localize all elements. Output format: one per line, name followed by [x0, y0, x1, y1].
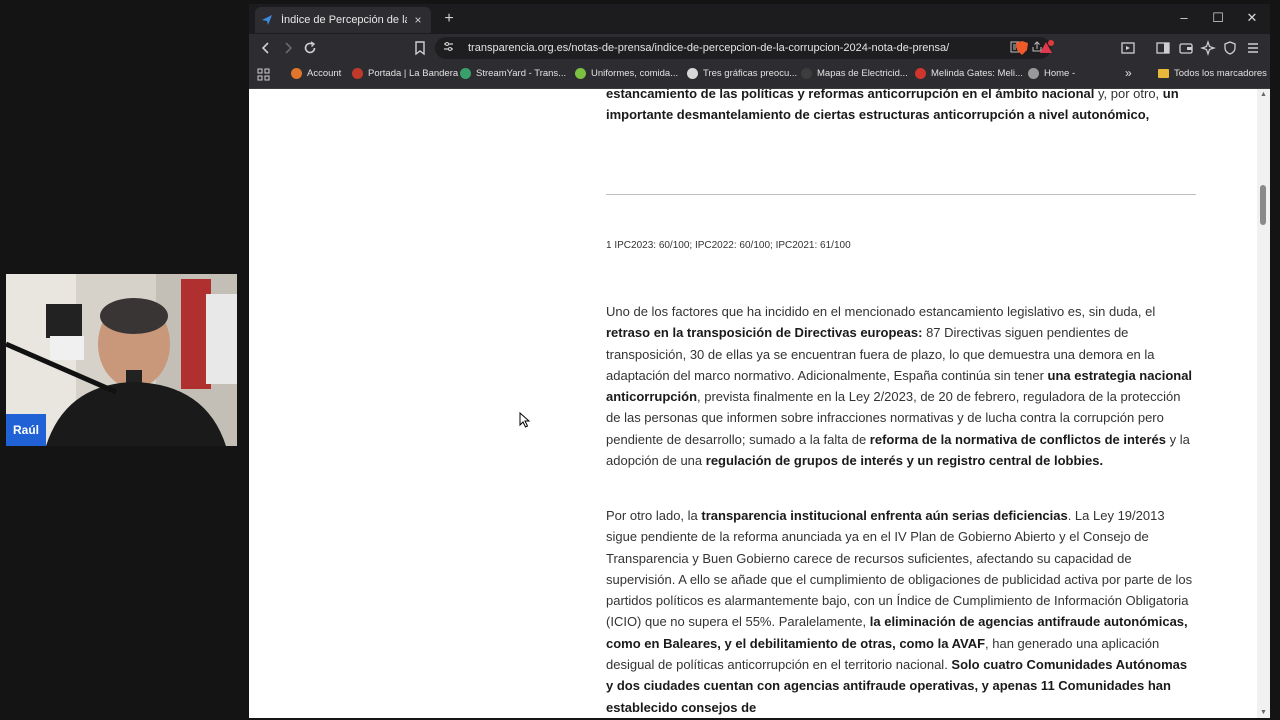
scrollbar-thumb[interactable]: [1260, 185, 1266, 225]
scroll-down-icon[interactable]: ▼: [1257, 709, 1270, 716]
navigation-toolbar: transparencia.org.es/notas-de-prensa/ind…: [249, 34, 1270, 62]
tab-active[interactable]: Índice de Percepción de la Corru ×: [255, 7, 431, 33]
article-paragraph: estancamiento de las políticas y reforma…: [606, 89, 1179, 123]
article-paragraph: Uno de los factores que ha incidido en e…: [606, 304, 1193, 469]
new-tab-button[interactable]: +: [440, 10, 458, 28]
site-settings-icon[interactable]: [443, 39, 454, 57]
webcam-name-label: Raúl: [6, 414, 46, 446]
leo-ai-icon[interactable]: [1199, 39, 1217, 57]
brave-rewards-icon[interactable]: [1037, 39, 1055, 57]
bookmark-favicon-icon: [801, 68, 812, 79]
media-icon[interactable]: [1119, 39, 1137, 57]
bookmark-item[interactable]: Account: [291, 68, 341, 79]
bookmark-favicon-icon: [460, 68, 471, 79]
forward-button[interactable]: [279, 39, 297, 57]
bookmark-favicon-icon: [915, 68, 926, 79]
menu-icon[interactable]: [1244, 39, 1262, 57]
bookmark-item[interactable]: Uniformes, comida...: [575, 68, 678, 79]
reload-button[interactable]: [301, 39, 319, 57]
tab-close-icon[interactable]: ×: [411, 13, 425, 27]
all-bookmarks-folder[interactable]: Todos los marcadores: [1158, 68, 1267, 79]
bookmark-item[interactable]: Portada | La Bandera: [352, 68, 458, 79]
article-paragraph: Por otro lado, la transparencia instituc…: [606, 508, 1193, 715]
site-favicon-icon: [261, 14, 273, 26]
footnote-divider: [606, 194, 1196, 195]
scroll-up-icon[interactable]: ▲: [1257, 91, 1270, 98]
mouse-cursor-icon: [519, 411, 531, 433]
brave-shields-icon[interactable]: [1013, 39, 1031, 57]
address-bar[interactable]: transparencia.org.es/notas-de-prensa/ind…: [435, 37, 1051, 59]
page-scrollbar[interactable]: ▲ ▼: [1257, 89, 1270, 718]
bookmark-page-button[interactable]: [411, 39, 429, 57]
bookmark-favicon-icon: [687, 68, 698, 79]
folder-icon: [1158, 69, 1169, 78]
browser-window: Índice de Percepción de la Corru × + – ☐…: [249, 4, 1270, 718]
bookmark-item[interactable]: StreamYard - Trans...: [460, 68, 566, 79]
wallet-icon[interactable]: [1177, 39, 1195, 57]
bookmarks-overflow-button[interactable]: »: [1125, 66, 1132, 80]
bookmark-favicon-icon: [575, 68, 586, 79]
minimize-button[interactable]: –: [1175, 10, 1193, 25]
bookmark-item[interactable]: Tres gráficas preocu...: [687, 68, 797, 79]
back-button[interactable]: [257, 39, 275, 57]
bookmark-item[interactable]: Mapas de Electricid...: [801, 68, 908, 79]
vpn-shield-icon[interactable]: [1221, 39, 1239, 57]
bookmark-item[interactable]: Melinda Gates: Meli...: [915, 68, 1023, 79]
tab-strip: Índice de Percepción de la Corru × + – ☐…: [249, 4, 1270, 34]
apps-grid-icon[interactable]: [257, 68, 270, 81]
page-content: estancamiento de las políticas y reforma…: [249, 89, 1257, 718]
url-text: transparencia.org.es/notas-de-prensa/ind…: [468, 42, 950, 54]
bookmarks-bar: Account Portada | La Bandera StreamYard …: [249, 62, 1270, 89]
close-window-button[interactable]: ✕: [1243, 10, 1261, 26]
maximize-button[interactable]: ☐: [1209, 10, 1227, 26]
bookmark-favicon-icon: [352, 68, 363, 79]
sidebar-toggle-icon[interactable]: [1154, 39, 1172, 57]
bookmark-favicon-icon: [1028, 68, 1039, 79]
bookmark-item[interactable]: Home -: [1028, 68, 1075, 79]
tab-title: Índice de Percepción de la Corru: [281, 14, 407, 26]
footnote: 1 IPC2023: 60/100; IPC2022: 60/100; IPC2…: [606, 240, 851, 251]
bookmark-favicon-icon: [291, 68, 302, 79]
